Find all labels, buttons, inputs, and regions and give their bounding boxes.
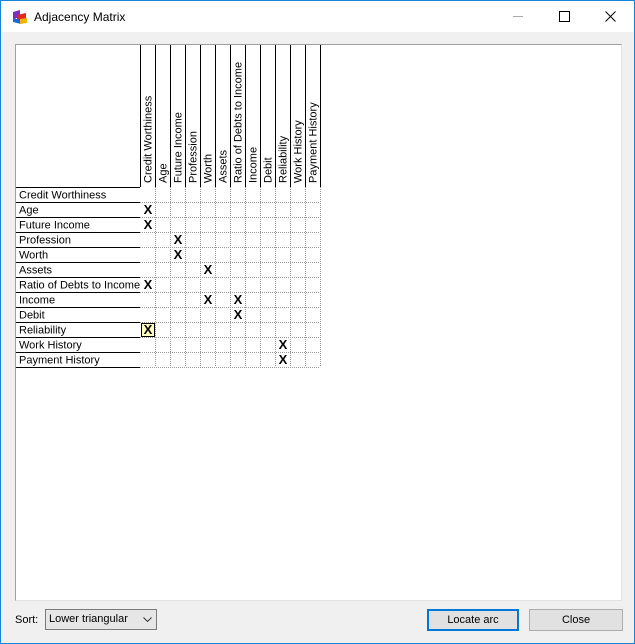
row-header-label[interactable]: Age	[19, 205, 39, 217]
row-header-label[interactable]: Assets	[19, 265, 53, 277]
maximize-button[interactable]	[541, 1, 587, 32]
column-header-label[interactable]: Debit	[263, 157, 275, 183]
arc-mark[interactable]: X	[174, 232, 183, 247]
row-header-label[interactable]: Ratio of Debts to Income	[19, 280, 140, 292]
close-window-button[interactable]	[587, 1, 633, 32]
arc-mark[interactable]: X	[279, 352, 288, 367]
column-header-label[interactable]: Work History	[293, 120, 305, 183]
arc-mark[interactable]: X	[279, 337, 288, 352]
sort-label: Sort:	[15, 614, 39, 626]
column-header-label[interactable]: Income	[248, 147, 260, 183]
row-header-label[interactable]: Debit	[19, 310, 45, 322]
title-bar[interactable]: Adjacency Matrix	[1, 1, 634, 32]
locate-arc-button[interactable]: Locate arc	[427, 609, 519, 631]
sort-selected-value: Lower triangular	[49, 613, 128, 625]
column-header-label[interactable]: Reliability	[278, 135, 290, 183]
close-icon	[605, 11, 616, 22]
row-header-label[interactable]: Future Income	[19, 220, 90, 232]
close-button[interactable]: Close	[529, 609, 623, 631]
arc-mark[interactable]: X	[144, 202, 153, 217]
row-header-label[interactable]: Income	[19, 295, 55, 307]
maximize-icon	[559, 11, 570, 22]
row-header-label[interactable]: Work History	[19, 340, 82, 352]
app-icon	[13, 10, 27, 24]
row-header-label[interactable]: Worth	[19, 250, 48, 262]
column-header-label[interactable]: Assets	[218, 149, 230, 183]
window-title: Adjacency Matrix	[34, 10, 126, 24]
column-header-label[interactable]: Worth	[203, 154, 215, 183]
column-header-label[interactable]: Future Income	[173, 112, 185, 183]
adjacency-matrix-window: Adjacency Matrix Credit Worthiness Age Fut…	[0, 0, 635, 644]
arc-mark[interactable]: X	[234, 307, 243, 322]
arc-mark[interactable]: X	[144, 217, 153, 232]
arc-mark[interactable]: X	[174, 247, 183, 262]
arc-mark[interactable]: X	[144, 322, 153, 337]
chevron-down-icon	[143, 617, 152, 622]
column-header-label[interactable]: Credit Worthiness	[143, 95, 155, 183]
row-header-label[interactable]: Credit Worthiness	[19, 190, 107, 202]
minimize-button[interactable]	[495, 1, 541, 32]
row-header-label[interactable]: Payment History	[19, 355, 100, 367]
column-header-label[interactable]: Profession	[188, 131, 200, 183]
column-header-label[interactable]: Age	[158, 163, 170, 183]
matrix-panel[interactable]: Credit Worthiness Age Future Income Profess…	[15, 44, 622, 601]
sort-dropdown[interactable]: Lower triangular	[45, 609, 157, 630]
minimize-icon	[513, 16, 523, 17]
arc-mark[interactable]: X	[234, 292, 243, 307]
arc-mark[interactable]: X	[144, 277, 153, 292]
row-header-label[interactable]: Profession	[19, 235, 71, 247]
arc-mark[interactable]: X	[204, 292, 213, 307]
column-header-label[interactable]: Payment History	[308, 102, 320, 183]
column-header-label[interactable]: Ratio of Debts to Income	[233, 62, 245, 183]
arc-mark[interactable]: X	[204, 262, 213, 277]
adjacency-matrix-grid[interactable]: Credit Worthiness Age Future Income Profess…	[16, 45, 621, 600]
row-header-label[interactable]: Reliability	[19, 325, 67, 337]
